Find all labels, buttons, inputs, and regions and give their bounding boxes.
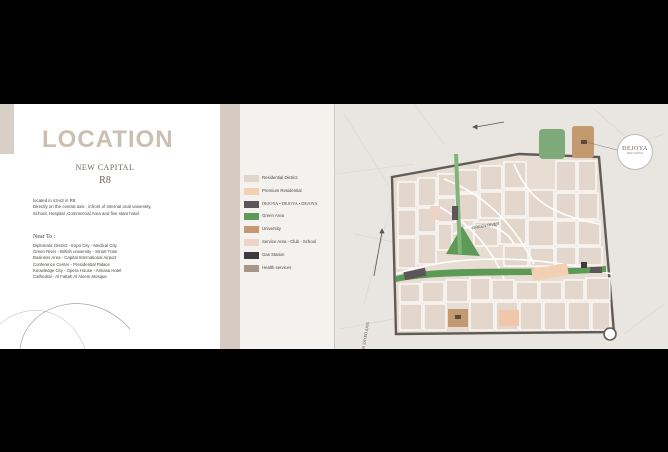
legend-item: Gas Station <box>244 251 339 264</box>
legend-label: Residential District <box>262 175 298 180</box>
legend-swatch <box>244 238 259 246</box>
description-line: School, Hospital ,Commercial Area and fi… <box>33 210 141 216</box>
legend-swatch <box>244 264 259 272</box>
map-legend: Residential District Premium Residential… <box>244 174 339 276</box>
legend-label: Green Area <box>262 213 284 219</box>
page-title: LOCATION <box>42 126 174 153</box>
legend-item: Premium Residential <box>244 187 339 200</box>
left-page: LOCATION NEW CAPITAL R8 located in s3-s3… <box>0 104 220 349</box>
dejoya-badge: DEJOYA NEW CAPITAL <box>617 134 653 170</box>
legend-swatch <box>244 213 259 221</box>
gas-station-marker <box>581 262 587 268</box>
legend-swatch <box>244 226 259 234</box>
corner-accent-bar <box>0 104 14 154</box>
location-description: located in s3-s3 in R8 Directly on the c… <box>33 198 203 217</box>
legend-swatch <box>244 175 259 182</box>
legend-label: Premium Residential <box>262 187 302 193</box>
master-plan-map <box>334 104 665 341</box>
legend-label: Gas Station <box>262 251 285 257</box>
legend-swatch <box>244 187 259 195</box>
near-item: Cathedral - Al Fattah Al Aleem Mosque <box>33 274 107 280</box>
legend-swatch <box>244 200 259 208</box>
legend-label: DEJOYA • DEJOYA • DEJOYA <box>262 200 318 206</box>
page-divider-stripe <box>220 104 240 349</box>
legend-item: Green Area <box>244 212 339 225</box>
badge-sub: NEW CAPITAL <box>626 152 644 155</box>
legend-item: University <box>244 225 339 238</box>
residential-blocks <box>397 160 611 331</box>
decorative-arc <box>0 303 131 349</box>
near-list: Diplomatic District - Expo City - Medica… <box>33 243 213 280</box>
corner-node <box>603 327 617 341</box>
legend-item: Service Area - Club - School <box>244 238 339 251</box>
brochure-spread: LOCATION NEW CAPITAL R8 located in s3-s3… <box>0 104 668 349</box>
legend-label: University <box>262 226 281 232</box>
subtitle: NEW CAPITAL <box>75 163 135 172</box>
zone-label: R8 <box>99 175 111 186</box>
legend-item: Health services <box>244 264 339 277</box>
near-heading: Near To : <box>33 234 56 240</box>
legend-item: Residential District <box>244 174 339 187</box>
legend-label: Service Area - Club - School <box>262 238 316 244</box>
legend-item: DEJOYA • DEJOYA • DEJOYA <box>244 200 339 213</box>
legend-swatch <box>244 251 259 259</box>
legend-label: Health services <box>262 264 292 270</box>
